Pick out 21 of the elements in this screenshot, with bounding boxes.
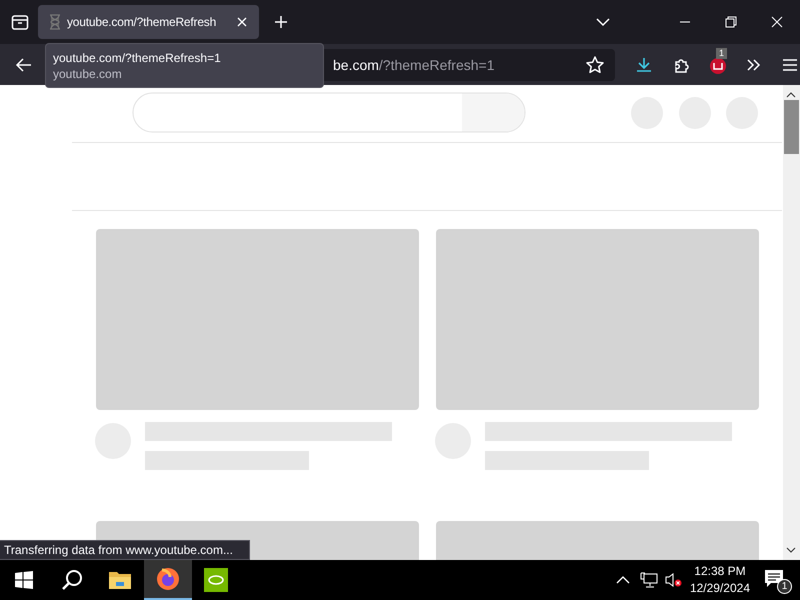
close-tab-icon[interactable] <box>235 15 249 29</box>
windows-logo-icon <box>15 571 33 589</box>
tooltip-host: youtube.com <box>53 66 123 82</box>
chevron-up-icon[interactable] <box>616 575 630 585</box>
scrollbar[interactable] <box>783 85 800 560</box>
browser-tab[interactable]: youtube.com/?themeRefresh <box>38 5 259 39</box>
speaker-muted-icon[interactable] <box>664 572 682 588</box>
browser-taskbar-button[interactable] <box>144 560 192 600</box>
url-text: be.com/?themeRefresh=1 <box>333 56 494 72</box>
search-icon <box>61 569 83 591</box>
browser-logo-icon <box>156 567 180 591</box>
clock[interactable]: 12:38 PM 12/29/2024 <box>690 563 750 597</box>
hourglass-icon <box>48 14 62 30</box>
message-icon <box>764 568 784 588</box>
network-icon[interactable] <box>640 572 658 588</box>
tooltip-url: youtube.com/?themeRefresh=1 <box>53 50 222 66</box>
bookmark-star-icon[interactable] <box>585 54 605 74</box>
search-field[interactable] <box>132 92 526 132</box>
folder-icon <box>108 570 132 590</box>
status-text: Transferring data from www.youtube.com... <box>0 540 250 560</box>
notification-badge: 1 <box>716 48 728 58</box>
